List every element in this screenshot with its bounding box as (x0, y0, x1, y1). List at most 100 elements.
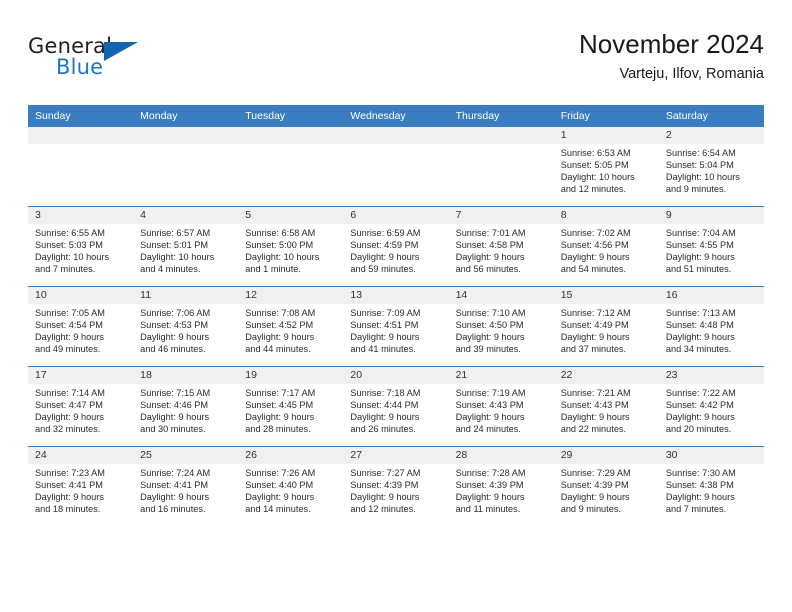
calendar-day-cell[interactable]: 16 Sunrise: 7:13 AM Sunset: 4:48 PM Dayligh… (658, 286, 764, 367)
calendar-day-cell[interactable]: 22 Sunrise: 7:21 AM Sunset: 4:43 PM Dayligh… (553, 366, 659, 447)
day-detail-line: Sunset: 4:51 PM (350, 319, 419, 330)
day-cell-inner: 5 Sunrise: 6:58 AM Sunset: 5:00 PM Daylight… (238, 207, 344, 286)
day-detail-line: Sunset: 4:47 PM (35, 399, 103, 410)
day-details: Sunrise: 7:23 AM Sunset: 4:41 PM Daylight:… (28, 464, 133, 516)
calendar-day-cell[interactable]: 4 Sunrise: 6:57 AM Sunset: 5:01 PM Daylight… (133, 206, 239, 287)
day-detail-line: Daylight: 9 hours (665, 251, 735, 262)
day-details: Sunrise: 7:02 AM Sunset: 4:56 PM Daylight:… (554, 224, 659, 276)
brand-logo[interactable]: General Blue (28, 34, 188, 90)
day-detail-line: Sunrise: 7:29 AM (560, 468, 631, 478)
day-detail-line: Daylight: 10 hours (35, 251, 110, 262)
day-detail-line: Sunset: 4:55 PM (665, 239, 734, 250)
day-detail-line: Daylight: 9 hours (245, 331, 315, 342)
day-number: 6 (343, 207, 449, 224)
calendar-day-cell[interactable]: 10 Sunrise: 7:05 AM Sunset: 4:54 PM Dayligh… (28, 286, 134, 367)
calendar-day-cell[interactable]: 30 Sunrise: 7:30 AM Sunset: 4:38 PM Dayligh… (658, 446, 764, 526)
calendar-day-cell[interactable]: 25 Sunrise: 7:24 AM Sunset: 4:41 PM Dayligh… (133, 446, 239, 526)
day-cell-inner: 25 Sunrise: 7:24 AM Sunset: 4:41 PM Dayligh… (133, 447, 239, 526)
day-number: 25 (133, 447, 239, 464)
day-detail-line: and 28 minutes. (245, 423, 311, 434)
calendar-week-row: 1 Sunrise: 6:53 AM Sunset: 5:05 PM Daylight… (28, 127, 764, 207)
day-detail-line: Sunrise: 7:15 AM (140, 388, 211, 398)
calendar-day-cell[interactable]: 15 Sunrise: 7:12 AM Sunset: 4:49 PM Dayligh… (553, 286, 659, 367)
day-details: Sunrise: 7:24 AM Sunset: 4:41 PM Daylight:… (133, 464, 238, 516)
day-details: Sunrise: 6:59 AM Sunset: 4:59 PM Daylight:… (343, 224, 448, 276)
day-detail-line: and 11 minutes. (455, 503, 521, 514)
day-cell-inner: 8 Sunrise: 7:02 AM Sunset: 4:56 PM Daylight… (553, 207, 659, 286)
day-detail-line: Daylight: 10 hours (140, 251, 215, 262)
calendar-day-cell[interactable]: 29 Sunrise: 7:29 AM Sunset: 4:39 PM Dayligh… (553, 446, 659, 526)
day-detail-line: Sunset: 4:49 PM (560, 319, 629, 330)
calendar-day-cell[interactable]: 19 Sunrise: 7:17 AM Sunset: 4:45 PM Dayligh… (238, 366, 344, 447)
day-number: 15 (553, 287, 659, 304)
day-details: Sunrise: 7:27 AM Sunset: 4:39 PM Daylight:… (343, 464, 448, 516)
calendar-day-cell[interactable]: 14 Sunrise: 7:10 AM Sunset: 4:50 PM Dayligh… (448, 286, 554, 367)
title-block: November 2024 Varteju, Ilfov, Romania (579, 28, 764, 83)
day-detail-line: and 44 minutes. (245, 343, 311, 354)
day-detail-line: Sunrise: 6:53 AM (560, 148, 631, 158)
calendar-day-cell[interactable]: 9 Sunrise: 7:04 AM Sunset: 4:55 PM Daylight… (658, 206, 764, 287)
calendar-empty-cell (28, 127, 134, 207)
calendar-day-cell[interactable]: 26 Sunrise: 7:26 AM Sunset: 4:40 PM Dayligh… (238, 446, 344, 526)
day-cell-inner: 26 Sunrise: 7:26 AM Sunset: 4:40 PM Dayligh… (238, 447, 344, 526)
calendar-day-cell[interactable]: 6 Sunrise: 6:59 AM Sunset: 4:59 PM Daylight… (343, 206, 449, 287)
day-detail-line: and 7 minutes. (665, 503, 727, 514)
calendar-day-cell[interactable]: 28 Sunrise: 7:28 AM Sunset: 4:39 PM Dayligh… (448, 446, 554, 526)
calendar-empty-cell (133, 127, 239, 207)
day-detail-line: Sunset: 4:54 PM (35, 319, 103, 330)
day-cell-inner (238, 127, 344, 206)
calendar-day-cell[interactable]: 5 Sunrise: 6:58 AM Sunset: 5:00 PM Daylight… (238, 206, 344, 287)
day-detail-line: Sunset: 4:39 PM (560, 479, 629, 490)
calendar-day-cell[interactable]: 11 Sunrise: 7:06 AM Sunset: 4:53 PM Dayligh… (133, 286, 239, 367)
day-detail-line: Sunrise: 7:13 AM (665, 308, 736, 318)
day-details: Sunrise: 7:13 AM Sunset: 4:48 PM Daylight:… (659, 304, 764, 356)
day-detail-line: Sunset: 4:41 PM (35, 479, 103, 490)
calendar-day-cell[interactable]: 18 Sunrise: 7:15 AM Sunset: 4:46 PM Dayligh… (133, 366, 239, 447)
day-detail-line: Sunrise: 7:23 AM (35, 468, 105, 478)
calendar-day-cell[interactable]: 20 Sunrise: 7:18 AM Sunset: 4:44 PM Dayligh… (343, 366, 449, 447)
calendar-day-cell[interactable]: 7 Sunrise: 7:01 AM Sunset: 4:58 PM Daylight… (448, 206, 554, 287)
calendar-day-cell[interactable]: 8 Sunrise: 7:02 AM Sunset: 4:56 PM Daylight… (553, 206, 659, 287)
calendar-day-cell[interactable]: 24 Sunrise: 7:23 AM Sunset: 4:41 PM Dayligh… (28, 446, 134, 526)
day-number: 7 (448, 207, 554, 224)
day-detail-line: Daylight: 9 hours (665, 491, 735, 502)
day-details: Sunrise: 7:28 AM Sunset: 4:39 PM Daylight:… (449, 464, 554, 516)
day-cell-inner: 23 Sunrise: 7:22 AM Sunset: 4:42 PM Dayligh… (658, 367, 764, 446)
calendar-day-cell[interactable]: 17 Sunrise: 7:14 AM Sunset: 4:47 PM Dayligh… (28, 366, 134, 447)
calendar-day-cell[interactable]: 21 Sunrise: 7:19 AM Sunset: 4:43 PM Dayligh… (448, 366, 554, 447)
day-details: Sunrise: 7:18 AM Sunset: 4:44 PM Daylight:… (343, 384, 448, 436)
day-detail-line: and 12 minutes. (560, 183, 627, 194)
calendar-day-cell[interactable]: 13 Sunrise: 7:09 AM Sunset: 4:51 PM Dayligh… (343, 286, 449, 367)
day-cell-inner (448, 127, 554, 206)
calendar-grid: Sunday Monday Tuesday Wednesday Thursday Frid… (28, 105, 764, 526)
weekday-header-saturday: Saturday (658, 105, 764, 127)
day-detail-line: Sunset: 4:42 PM (665, 399, 734, 410)
day-details: Sunrise: 6:54 AM Sunset: 5:04 PM Daylight:… (659, 144, 764, 196)
calendar-day-cell[interactable]: 2 Sunrise: 6:54 AM Sunset: 5:04 PM Daylight… (658, 127, 764, 207)
day-detail-line: Daylight: 9 hours (35, 491, 104, 502)
day-details: Sunrise: 7:30 AM Sunset: 4:38 PM Daylight:… (659, 464, 764, 516)
day-detail-line: Daylight: 9 hours (245, 491, 315, 502)
day-number: 14 (448, 287, 554, 304)
day-detail-line: and 54 minutes. (560, 263, 627, 274)
day-cell-inner: 22 Sunrise: 7:21 AM Sunset: 4:43 PM Dayligh… (553, 367, 659, 446)
day-number: 21 (448, 367, 554, 384)
day-detail-line: Sunset: 4:48 PM (665, 319, 734, 330)
calendar-day-cell[interactable]: 23 Sunrise: 7:22 AM Sunset: 4:42 PM Dayligh… (658, 366, 764, 447)
day-cell-inner (28, 127, 134, 206)
day-detail-line: Sunrise: 6:58 AM (245, 228, 316, 238)
day-number: 3 (28, 207, 134, 224)
calendar-day-cell[interactable]: 3 Sunrise: 6:55 AM Sunset: 5:03 PM Daylight… (28, 206, 134, 287)
day-detail-line: Daylight: 9 hours (35, 411, 104, 422)
day-detail-line: and 51 minutes. (665, 263, 732, 274)
weekday-header-thursday: Thursday (448, 105, 554, 127)
calendar-day-cell[interactable]: 27 Sunrise: 7:27 AM Sunset: 4:39 PM Dayligh… (343, 446, 449, 526)
day-detail-line: Daylight: 9 hours (455, 251, 525, 262)
day-details: Sunrise: 7:26 AM Sunset: 4:40 PM Daylight:… (238, 464, 343, 516)
day-cell-inner: 10 Sunrise: 7:05 AM Sunset: 4:54 PM Dayligh… (28, 287, 134, 366)
day-detail-line: Sunrise: 6:55 AM (35, 228, 105, 238)
calendar-day-cell[interactable]: 1 Sunrise: 6:53 AM Sunset: 5:05 PM Daylight… (553, 127, 659, 207)
calendar-day-cell[interactable]: 12 Sunrise: 7:08 AM Sunset: 4:52 PM Dayligh… (238, 286, 344, 367)
day-detail-line: and 56 minutes. (455, 263, 521, 274)
day-cell-inner: 20 Sunrise: 7:18 AM Sunset: 4:44 PM Dayligh… (343, 367, 449, 446)
